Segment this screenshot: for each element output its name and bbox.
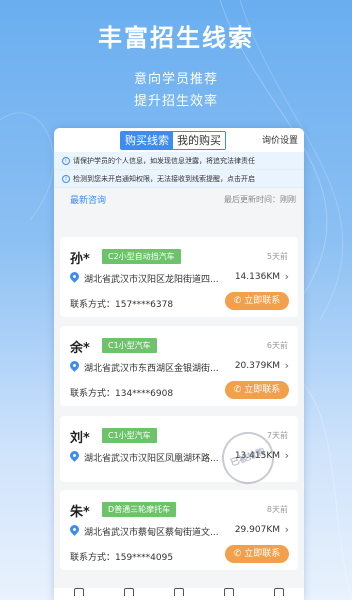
location-pin-icon [68,523,81,536]
license-tag: C1小型汽车 [102,338,157,353]
student-name: 刘* [70,431,90,446]
latest-label: 最新咨询 [70,195,107,206]
home-icon[interactable] [74,588,84,596]
gift-icon[interactable] [224,588,234,596]
contact-button-label: 立即联系 [244,296,281,306]
lead-card[interactable]: 余* C1小型汽车 6天前 湖北省武汉市东西湖区金银湖街... 20.379KM… [60,326,298,406]
phone-screen: 购买线索 我的购买 询价设置 i 请保护学员的个人信息，如发现信息泄露，将追究法… [54,128,304,600]
license-tag: C1小型汽车 [102,428,157,443]
top-bar: 购买线索 我的购买 询价设置 [54,128,304,152]
lead-card[interactable]: 朱* D普通三轮摩托车 8天前 湖北省武汉市蔡甸区蔡甸街道文... 29.907… [60,490,298,570]
license-tag: D普通三轮摩托车 [102,502,177,517]
student-name: 孙* [70,252,90,267]
latest-header: 最新咨询 最后更新时间：刚刚 [54,188,304,210]
tab-my-purchases[interactable]: 我的购买 [173,132,225,149]
contact-info: 联系方式：157****6378 [70,300,174,310]
address: 湖北省武汉市蔡甸区蔡甸街道文... [84,528,219,538]
chevron-right-icon[interactable]: › [285,449,289,462]
location-pin-icon [68,270,81,283]
notification-notice[interactable]: i 检测到您未开启通知权限，无法接收到线索提醒，点击开启 [54,170,304,188]
distance: 20.379KM [234,361,280,371]
bottom-nav [54,588,304,600]
lead-card[interactable]: 刘* C1小型汽车 7天前 湖北省武汉市汉阳区凤凰湖环路... 13.415KM… [60,416,298,492]
contact-button[interactable]: ✆ 立即联系 [225,292,289,310]
license-tag: C2小型自动挡汽车 [102,249,181,264]
tab-group: 购买线索 我的购买 [120,131,226,150]
tab-buy-leads[interactable]: 购买线索 [121,132,173,149]
info-icon: i [62,174,70,183]
notification-notice-text: 检测到您未开启通知权限，无法接收到线索提醒，点击开启 [73,174,255,183]
leads-icon[interactable] [124,588,134,596]
phone-icon: ✆ [233,296,245,306]
contact-button-label: 立即联系 [244,385,281,395]
contact-button-label: 立即联系 [244,549,281,559]
distance: 14.136KM [234,272,280,282]
chevron-right-icon[interactable]: › [285,270,289,283]
address: 湖北省武汉市汉阳区龙阳街道四... [84,275,219,285]
time-ago: 8天前 [266,505,288,514]
address: 湖北省武汉市东西湖区金银湖街... [84,364,219,374]
chevron-right-icon[interactable]: › [285,359,289,372]
chevron-right-icon[interactable]: › [285,523,289,536]
lead-card[interactable]: 孙* C2小型自动挡汽车 5天前 湖北省武汉市汉阳区龙阳街道四... 14.13… [60,237,298,317]
privacy-notice: i 请保护学员的个人信息，如发现信息泄露，将追究法律责任 [54,152,304,170]
contact-button[interactable]: ✆ 立即联系 [225,545,289,563]
profile-icon[interactable] [274,588,284,596]
contact-info: 联系方式：159****4095 [70,553,174,563]
hero-subtitle-1: 意向学员推荐 [133,72,218,87]
student-name: 余* [70,341,90,356]
last-updated: 最后更新时间：刚刚 [224,194,296,204]
address: 湖北省武汉市汉阳区凤凰湖环路... [84,454,219,464]
privacy-notice-text: 请保护学员的个人信息，如发现信息泄露，将追究法律责任 [73,156,255,165]
info-icon: i [62,156,70,165]
distance: 29.907KM [234,525,280,535]
hero-subtitle-2: 提升招生效率 [133,94,218,109]
orders-icon[interactable] [174,588,184,596]
phone-icon: ✆ [233,385,245,395]
location-pin-icon [68,359,81,372]
contact-button[interactable]: ✆ 立即联系 [225,381,289,399]
time-ago: 6天前 [266,341,288,350]
time-ago: 7天前 [266,431,288,440]
student-name: 朱* [70,505,90,520]
location-pin-icon [68,449,81,462]
inquiry-settings-link[interactable]: 询价设置 [262,133,298,146]
hero-title: 丰富招生线索 [98,24,254,52]
contact-info: 联系方式：134****6908 [70,389,174,399]
phone-icon: ✆ [233,549,245,559]
time-ago: 5天前 [266,252,288,261]
